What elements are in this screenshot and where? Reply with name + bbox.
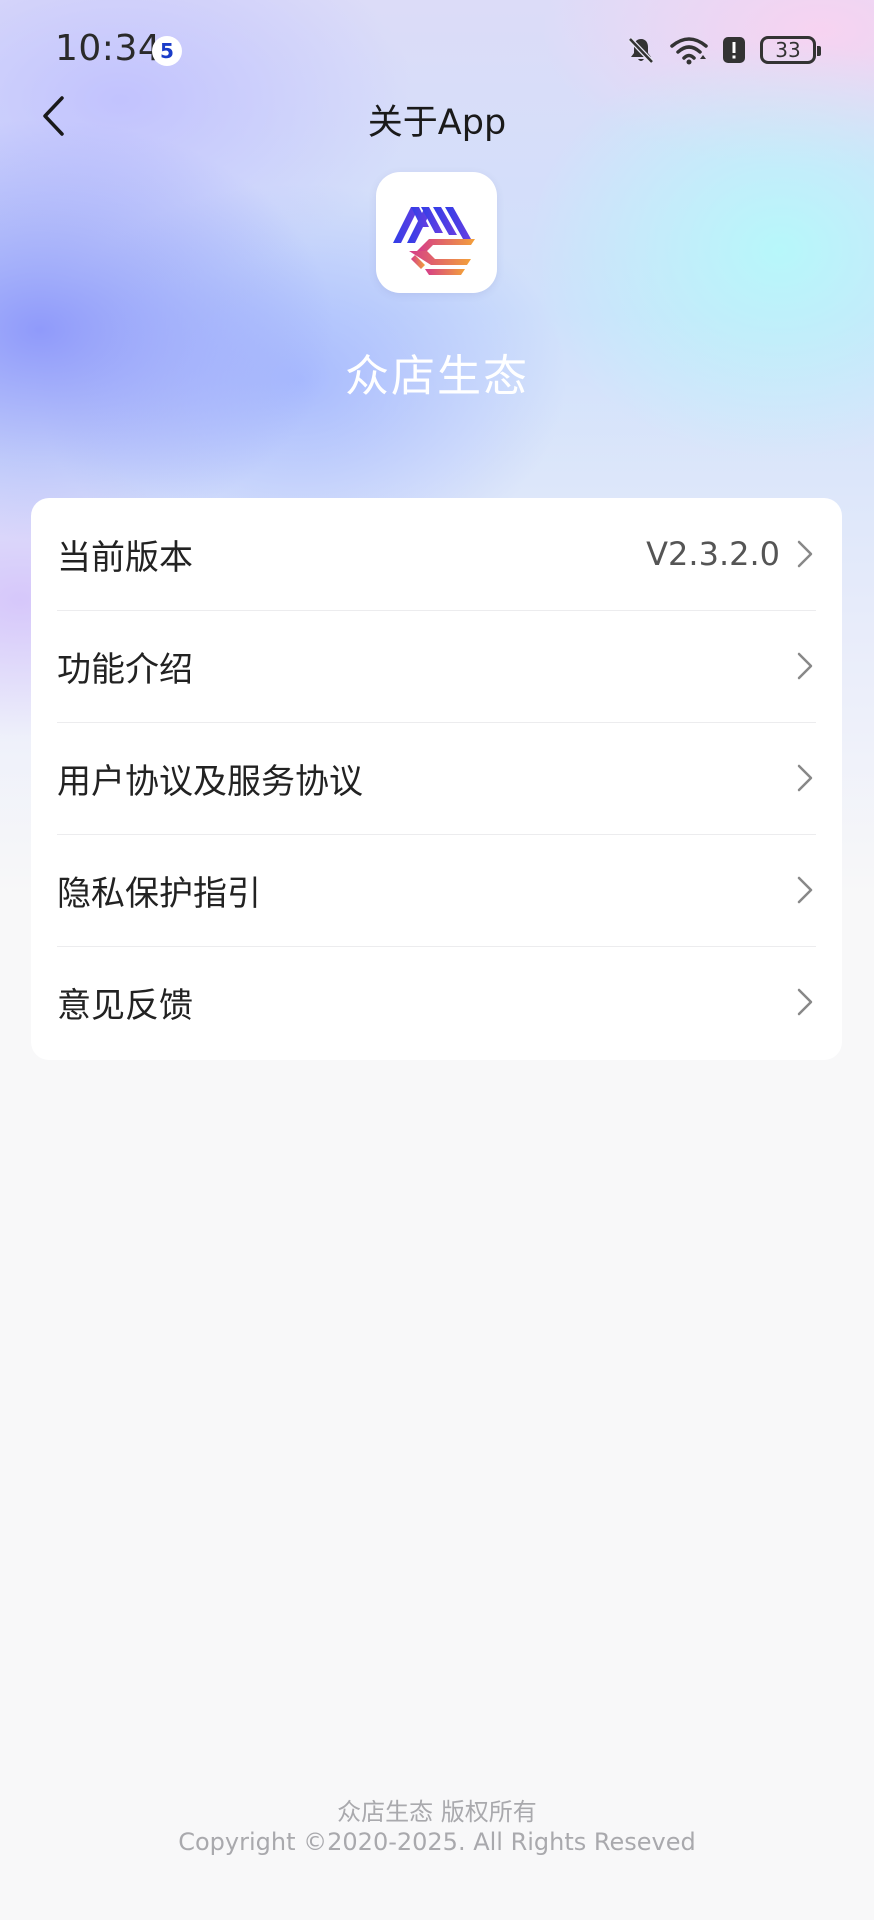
copyright-notice: Copyright ©2020-2025. All Rights Reseved [178, 1828, 696, 1856]
battery-icon: 33 [760, 36, 821, 64]
status-time: 10:34 [55, 28, 162, 69]
version-value: V2.3.2.0 [646, 535, 780, 573]
chevron-right-icon [797, 988, 813, 1016]
app-logo-icon [392, 206, 475, 275]
chevron-right-icon [797, 876, 813, 904]
bell-muted-icon [628, 37, 654, 64]
menu-item-features[interactable]: 功能介绍 [57, 610, 816, 722]
menu-item-label: 当前版本 [57, 537, 193, 578]
chevron-right-icon [797, 540, 813, 568]
menu-item-label: 隐私保护指引 [57, 873, 261, 914]
chevron-right-icon [797, 764, 813, 792]
copyright-footer: 众店生态 版权所有 Copyright ©2020-2025. All Righ… [0, 1797, 874, 1857]
status-icons: 33 [626, 32, 821, 68]
menu-item-privacy-guide[interactable]: 隐私保护指引 [57, 834, 816, 946]
wifi-icon [670, 37, 708, 65]
menu-item-label: 意见反馈 [57, 985, 193, 1026]
about-menu-card: 当前版本 V2.3.2.0 功能介绍 用户协议及服务协议 隐私保护指引 意见反馈 [31, 498, 842, 1060]
nav-bar: 关于App [0, 80, 874, 152]
menu-item-current-version[interactable]: 当前版本 V2.3.2.0 [57, 498, 816, 610]
notification-app-icon: 5 [152, 36, 182, 66]
alert-icon [723, 37, 745, 63]
battery-level: 33 [775, 38, 801, 62]
app-logo [376, 172, 497, 293]
app-name: 众店生态 [345, 351, 529, 402]
page-title: 关于App [367, 103, 507, 143]
chevron-right-icon [797, 652, 813, 680]
menu-item-label: 用户协议及服务协议 [57, 761, 363, 802]
menu-item-user-agreement[interactable]: 用户协议及服务协议 [57, 722, 816, 834]
copyright-owner: 众店生态 版权所有 [337, 1798, 537, 1826]
menu-item-feedback[interactable]: 意见反馈 [57, 946, 816, 1058]
menu-item-label: 功能介绍 [57, 649, 193, 690]
